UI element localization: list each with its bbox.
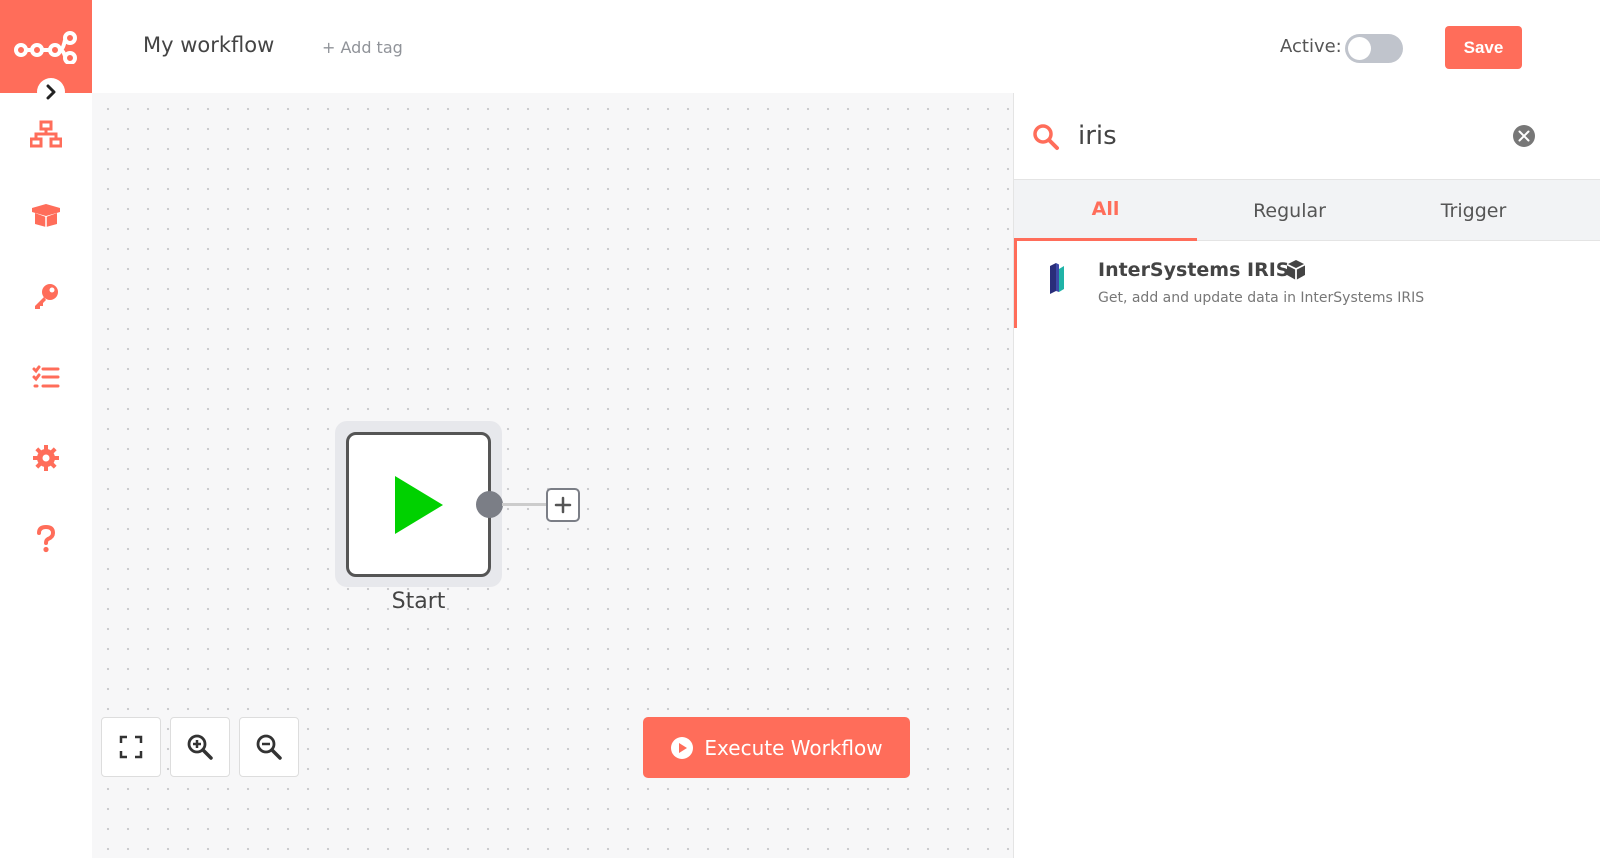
active-toggle[interactable] [1345,34,1403,63]
zoom-to-fit-button[interactable] [101,717,161,777]
top-header: My workflow + Add tag Active: Save [92,0,1600,93]
workflows-icon [30,120,62,148]
plus-icon [554,496,572,514]
toggle-knob [1348,37,1371,60]
node-search-bar [1014,93,1600,180]
intersystems-iris-icon [1050,263,1064,294]
start-node[interactable] [346,432,491,577]
tab-trigger[interactable]: Trigger [1382,180,1565,241]
active-label: Active: [1280,36,1342,57]
executions-icon [32,365,60,388]
zoom-out-button[interactable] [239,717,299,777]
sidebar [0,0,92,858]
logo-icon [14,30,77,64]
zoom-in-icon [187,734,213,760]
start-node-label: Start [391,589,446,614]
zoom-in-button[interactable] [170,717,230,777]
zoom-out-icon [256,734,282,760]
play-icon [394,475,443,534]
sidebar-item-credentials[interactable] [18,268,74,324]
search-icon [1033,124,1059,150]
expand-sidebar-button[interactable] [37,78,65,106]
execute-workflow-label: Execute Workflow [704,735,883,760]
node-output-handle[interactable] [476,491,503,518]
templates-icon [32,204,60,227]
sidebar-item-settings[interactable] [18,430,74,486]
save-button[interactable]: Save [1445,26,1522,69]
add-node-button[interactable] [546,488,580,522]
node-search-input[interactable] [1076,115,1496,157]
clear-search-icon[interactable] [1512,124,1536,148]
node-type-tabs: All Regular Trigger [1014,180,1600,241]
tab-regular[interactable]: Regular [1198,180,1381,241]
execute-workflow-button[interactable]: Execute Workflow [643,717,910,778]
play-circle-icon [671,736,694,759]
key-icon [35,284,58,309]
question-icon [37,525,56,553]
node-creator-panel: All Regular Trigger InterSystems IRIS Ge… [1013,93,1600,858]
node-result-title: InterSystems IRIS [1098,259,1290,281]
chevron-right-icon [46,84,56,100]
workflow-title[interactable]: My workflow [143,33,274,57]
node-result-description: Get, add and update data in InterSystems… [1098,290,1425,306]
sidebar-item-help[interactable] [18,511,74,567]
tab-all[interactable]: All [1014,180,1197,241]
cube-icon [1286,260,1306,280]
sidebar-item-templates[interactable] [18,187,74,243]
gear-icon [33,445,59,471]
node-result-item[interactable]: InterSystems IRIS Get, add and update da… [1014,241,1600,328]
fullscreen-icon [119,735,143,759]
workflow-canvas[interactable]: Start Execute Workflow [92,93,1013,858]
add-tag-link[interactable]: + Add tag [322,38,403,57]
node-connector-line [502,503,546,506]
sidebar-item-executions[interactable] [18,349,74,405]
sidebar-item-workflows[interactable] [18,106,74,162]
